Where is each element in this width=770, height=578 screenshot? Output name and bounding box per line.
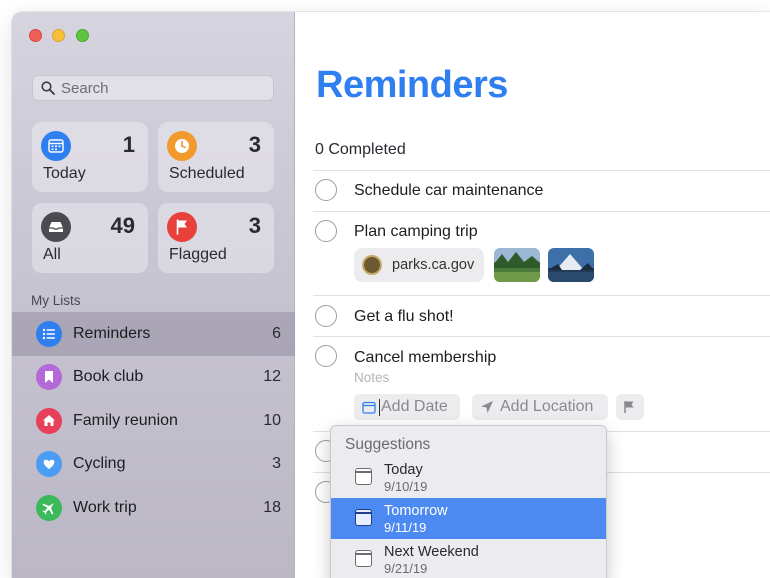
sidebar: 1 Today 3 Scheduled 49 All 3 Flagged My … [12,12,295,578]
list-name: Reminders [73,324,151,342]
list-item-book-club[interactable]: Book club 12 [12,356,295,400]
suggestion-tomorrow[interactable]: Tomorrow 9/11/19 [331,498,606,539]
completed-count[interactable]: 0 Completed [315,141,406,159]
scheduled-label: Scheduled [169,165,245,182]
suggestion-date: 9/11/19 [384,520,427,535]
calendar-icon [41,131,71,161]
link-text: parks.ca.gov [392,257,475,273]
calendar-icon [362,401,376,414]
my-lists-heading: My Lists [31,293,81,308]
suggestion-today[interactable]: Today 9/10/19 [331,457,606,498]
notes-field[interactable]: Notes [354,370,389,385]
scheduled-count: 3 [248,132,261,157]
complete-checkbox[interactable] [315,220,337,242]
flagged-label: Flagged [169,246,227,263]
list-count: 3 [272,455,281,473]
list-icon [36,320,62,347]
reminder-title[interactable]: Schedule car maintenance [354,182,543,200]
minimize-window-button[interactable] [52,29,65,42]
add-flag-button[interactable] [616,394,644,420]
calendar-icon [355,509,372,526]
smart-list-all[interactable]: 49 All [32,203,148,273]
list-count: 18 [263,498,281,516]
flag-icon [167,212,197,242]
list-name: Cycling [73,455,126,473]
house-icon [36,407,62,434]
list-item-cycling[interactable]: Cycling 3 [12,443,295,487]
suggestion-name: Tomorrow [384,503,448,519]
list-name: Work trip [73,498,137,516]
list-count: 12 [263,368,281,386]
page-title: Reminders [316,64,508,106]
all-label: All [43,246,61,263]
suggestion-name: Next Weekend [384,544,479,560]
text-cursor [379,398,380,416]
add-date-label: Add Date [381,398,448,415]
list-count: 6 [272,324,281,342]
smart-list-today[interactable]: 1 Today [32,122,148,192]
reminder-title[interactable]: Plan camping trip [354,223,478,241]
reminder-title[interactable]: Get a flu shot! [354,308,454,326]
location-arrow-icon [481,401,493,413]
bookmark-icon [36,364,62,391]
add-location-label: Add Location [500,398,594,415]
smart-list-flagged[interactable]: 3 Flagged [158,203,274,273]
divider [313,295,770,296]
search-icon [41,81,55,95]
list-item-reminders[interactable]: Reminders 6 [12,312,295,356]
my-lists: Reminders 6 Book club 12 Family reunion … [12,312,295,530]
list-count: 10 [263,411,281,429]
suggestions-header: Suggestions [345,436,431,453]
heart-icon [36,451,62,478]
smart-list-scheduled[interactable]: 3 Scheduled [158,122,274,192]
park-seal-icon [362,255,382,275]
search-input[interactable] [61,79,261,97]
calendar-icon [355,468,372,485]
suggestion-name: Today [384,462,423,478]
photo-attachment-meadow[interactable] [494,248,540,282]
complete-checkbox[interactable] [315,305,337,327]
link-attachment[interactable]: parks.ca.gov [354,248,484,282]
suggestion-next-weekend[interactable]: Next Weekend 9/21/19 [331,539,606,578]
divider [313,336,770,337]
complete-checkbox[interactable] [315,179,337,201]
add-date-button[interactable]: Add Date [354,394,460,420]
photo-attachment-mountain[interactable] [548,248,594,282]
list-item-family-reunion[interactable]: Family reunion 10 [12,399,295,443]
list-name: Book club [73,368,144,386]
list-name: Family reunion [73,411,178,429]
calendar-icon [355,550,372,567]
search-field[interactable] [32,75,274,101]
date-suggestions-popup: Suggestions Today 9/10/19 Tomorrow 9/11/… [330,425,607,578]
flag-icon [624,401,634,413]
suggestion-date: 9/10/19 [384,479,428,494]
suggestion-date: 9/21/19 [384,561,428,576]
today-label: Today [43,165,86,182]
flagged-count: 3 [248,213,261,238]
divider [313,211,770,212]
close-window-button[interactable] [29,29,42,42]
divider [313,170,770,171]
airplane-icon [36,494,62,521]
add-location-button[interactable]: Add Location [472,394,608,420]
complete-checkbox[interactable] [315,345,337,367]
tray-icon [41,212,71,242]
all-count: 49 [110,213,135,238]
reminder-title[interactable]: Cancel membership [354,349,496,367]
today-count: 1 [122,132,135,157]
zoom-window-button[interactable] [76,29,89,42]
clock-icon [167,131,197,161]
list-item-work-trip[interactable]: Work trip 18 [12,486,295,530]
